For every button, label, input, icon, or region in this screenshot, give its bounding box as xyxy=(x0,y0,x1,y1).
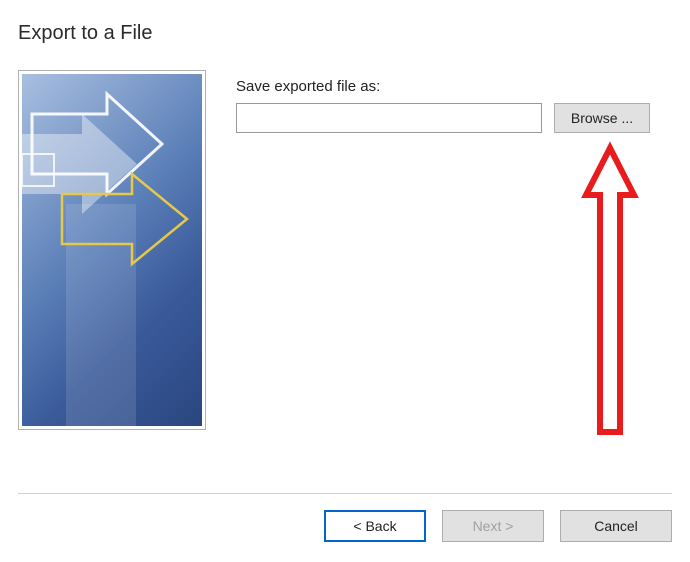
dialog-title: Export to a File xyxy=(0,0,690,45)
button-row: < Back Next > Cancel xyxy=(324,510,672,542)
content-area: Save exported file as: Browse ... xyxy=(18,70,672,477)
file-path-label: Save exported file as: xyxy=(236,78,672,95)
wizard-sidebar-image xyxy=(18,70,206,430)
browse-button[interactable]: Browse ... xyxy=(554,103,650,133)
next-button: Next > xyxy=(442,510,544,542)
cancel-button[interactable]: Cancel xyxy=(560,510,672,542)
file-path-input[interactable] xyxy=(236,103,542,133)
arrows-graphic-icon xyxy=(22,74,202,426)
form-area: Save exported file as: Browse ... xyxy=(236,78,672,133)
back-button[interactable]: < Back xyxy=(324,510,426,542)
separator-line xyxy=(18,493,672,494)
